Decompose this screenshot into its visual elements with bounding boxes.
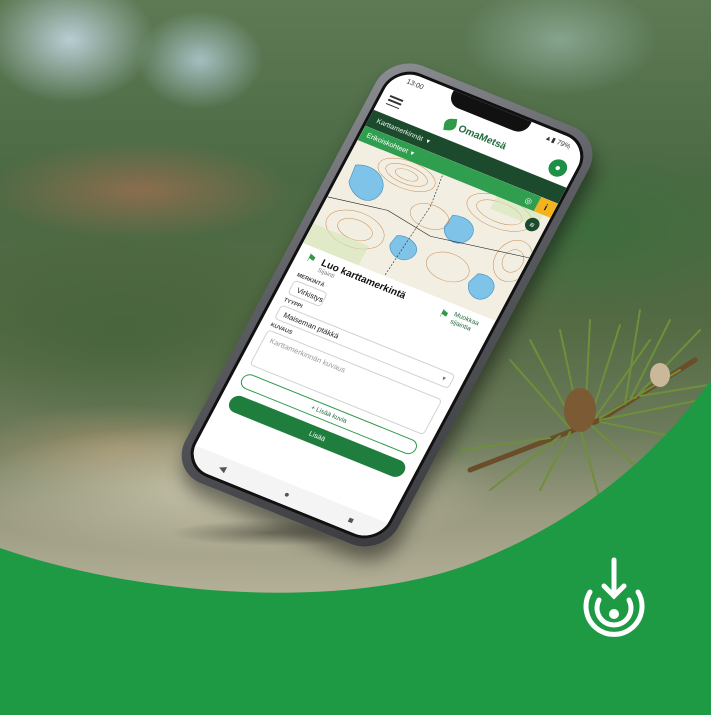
home-icon[interactable]: ● (282, 489, 292, 500)
leaf-logo-icon (443, 118, 458, 131)
user-avatar-icon[interactable]: ● (545, 156, 571, 180)
chevron-down-icon: ▾ (408, 150, 416, 158)
menu-icon[interactable] (385, 95, 404, 110)
edit-location-label: Muokkaa sijaintia (448, 311, 481, 333)
chevron-down-icon: ▾ (424, 138, 432, 146)
eye-icon[interactable]: ◎ (523, 195, 534, 206)
advert-stage: 13:00 ▲▮ 79% OmaMetsä ● Karttamerkinnät … (0, 0, 711, 715)
map-pin-icon: ⚑ (436, 307, 452, 322)
back-icon[interactable]: ◀ (217, 462, 228, 474)
brand-mark-icon (583, 557, 645, 637)
chevron-down-icon: ▾ (440, 375, 447, 383)
recent-apps-icon[interactable]: ■ (346, 515, 356, 526)
map-pin-icon: ⚑ (303, 252, 319, 267)
status-time: 13:00 (405, 78, 425, 91)
